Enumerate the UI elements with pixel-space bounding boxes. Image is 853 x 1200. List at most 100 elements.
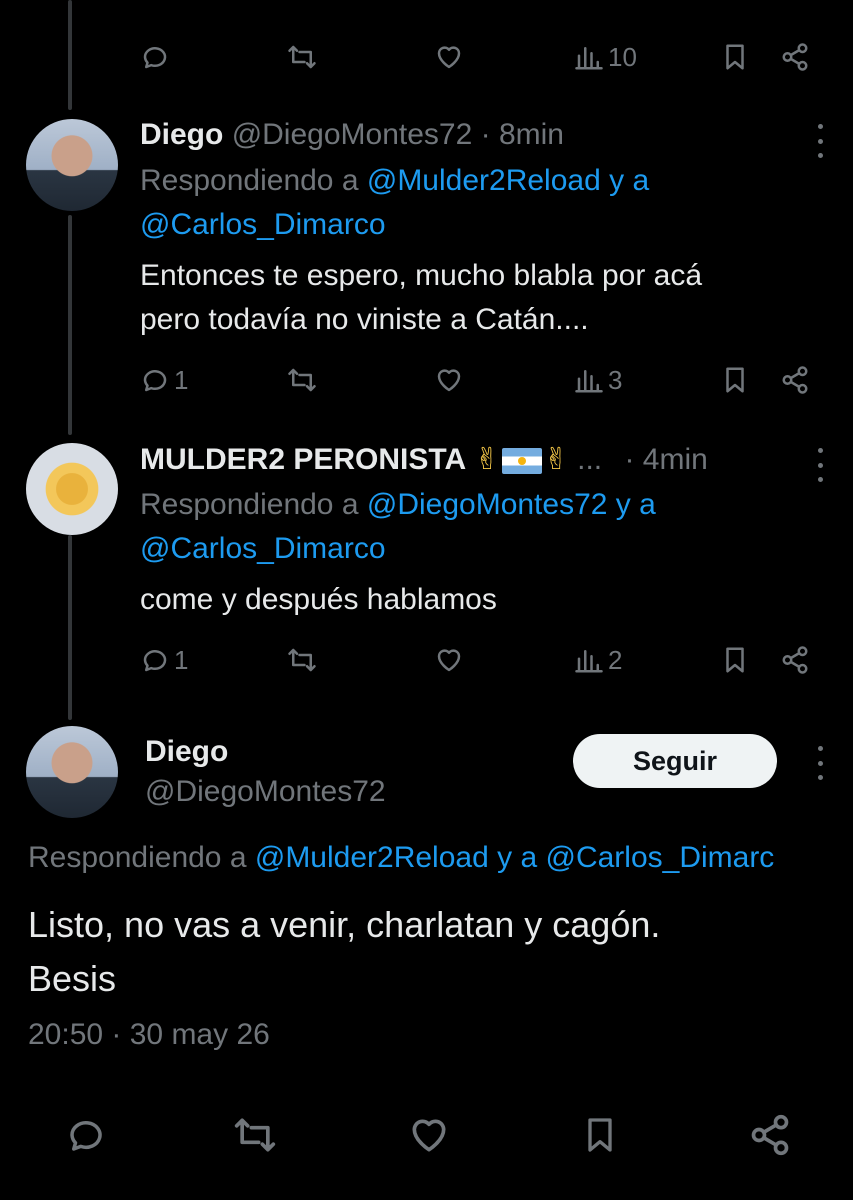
- like-button[interactable]: [434, 32, 464, 82]
- avatar[interactable]: [26, 119, 118, 211]
- share-icon: [748, 1113, 792, 1157]
- tweet-header: Diego @DiegoMontes72 · 8min: [140, 118, 564, 152]
- display-name[interactable]: MULDER2 PERONISTA: [140, 443, 466, 476]
- retweet-icon: [287, 365, 317, 395]
- views-button[interactable]: 2: [574, 635, 622, 685]
- like-button[interactable]: [434, 635, 464, 685]
- like-icon: [434, 365, 464, 395]
- tweet-text-line: Besis: [28, 958, 117, 999]
- share-icon: [780, 42, 810, 72]
- reply-prefix: Respondiendo a: [140, 164, 359, 197]
- views-icon: [574, 42, 604, 72]
- more-icon: [817, 448, 823, 453]
- tweet-text: Entonces te espero, mucho blabla por acá…: [140, 254, 702, 342]
- reply-button[interactable]: [65, 1110, 107, 1160]
- more-icon: [817, 124, 823, 129]
- handle[interactable]: @DiegoMontes72: [232, 118, 473, 151]
- tweet-timestamp[interactable]: 20:50 · 30 may 26: [28, 1018, 270, 1052]
- replying-to: Respondiendo a @DiegoMontes72 y a @Carlo…: [140, 483, 656, 571]
- like-icon: [434, 42, 464, 72]
- tweet2-action-bar: 1 2: [0, 635, 853, 685]
- replying-to: Respondiendo a @Mulder2Reload y a @Carlo…: [140, 159, 649, 247]
- avatar[interactable]: [26, 726, 118, 818]
- tweet-text: come y después hablamos: [140, 583, 497, 616]
- mention-link[interactable]: @Carlos_Dimarco: [140, 208, 386, 241]
- main-tweet-text: Listo, no vas a venir, charlatan y cagón…: [28, 898, 660, 1006]
- mention-link[interactable]: @Carlos_Dimarco: [140, 532, 386, 565]
- follow-button[interactable]: Seguir: [573, 734, 777, 788]
- views-count: 3: [608, 364, 623, 395]
- tweet1-action-bar: 1 3: [0, 355, 853, 405]
- top-action-bar: 10: [0, 32, 853, 82]
- argentina-flag-icon: [501, 448, 542, 475]
- retweet-icon: [233, 1113, 277, 1157]
- reply-count: 1: [174, 364, 189, 395]
- display-name[interactable]: Diego: [145, 735, 228, 768]
- more-options-button[interactable]: [813, 746, 827, 780]
- avatar[interactable]: [26, 443, 118, 535]
- handle[interactable]: @DiegoMontes72: [145, 775, 386, 808]
- share-button[interactable]: [748, 1110, 792, 1160]
- timestamp: · 8min: [480, 118, 564, 151]
- reply-joiner: y a: [609, 164, 650, 197]
- share-icon: [780, 645, 810, 675]
- bookmark-icon: [720, 42, 750, 72]
- tweet-text-line: Entonces te espero, mucho blabla por acá: [140, 259, 703, 292]
- bookmark-button[interactable]: [720, 635, 750, 685]
- bookmark-button[interactable]: [720, 32, 750, 82]
- peace-emoji: ✌: [474, 443, 500, 476]
- bookmark-button[interactable]: [720, 355, 750, 405]
- reply-icon: [65, 1114, 107, 1156]
- share-button[interactable]: [780, 32, 810, 82]
- more-options-button[interactable]: [813, 448, 827, 482]
- retweet-button[interactable]: [287, 32, 317, 82]
- like-icon: [407, 1113, 451, 1157]
- views-button[interactable]: 10: [574, 32, 637, 82]
- views-icon: [574, 365, 604, 395]
- views-button[interactable]: 3: [574, 355, 622, 405]
- reply-prefix: Respondiendo a: [140, 488, 359, 521]
- display-name[interactable]: Diego: [140, 118, 223, 151]
- retweet-button[interactable]: [287, 355, 317, 405]
- mention-link[interactable]: @Mulder2Reload: [255, 841, 489, 874]
- tweet-header: MULDER2 PERONISTA ✌ ✌ ... · 4min: [140, 442, 708, 477]
- bookmark-button[interactable]: [580, 1110, 620, 1160]
- tweet-text-line: Listo, no vas a venir, charlatan y cagón…: [28, 904, 661, 945]
- bookmark-icon: [720, 645, 750, 675]
- share-icon: [780, 365, 810, 395]
- retweet-button[interactable]: [233, 1110, 277, 1160]
- bookmark-icon: [580, 1113, 620, 1157]
- reply-icon: [140, 645, 170, 675]
- reply-icon: [140, 42, 170, 72]
- more-icon: [817, 746, 823, 751]
- reply-button[interactable]: [140, 32, 170, 82]
- peace-emoji: ✌: [543, 443, 569, 476]
- like-button[interactable]: [407, 1110, 451, 1160]
- timestamp: · 4min: [624, 443, 708, 476]
- views-count: 2: [608, 644, 623, 675]
- more-options-button[interactable]: [813, 124, 827, 158]
- mention-link[interactable]: @DiegoMontes72: [367, 488, 608, 521]
- reply-button[interactable]: 1: [140, 635, 188, 685]
- author-block: Diego @DiegoMontes72: [145, 732, 386, 812]
- reply-prefix: Respondiendo a: [28, 841, 247, 874]
- share-button[interactable]: [780, 635, 810, 685]
- retweet-button[interactable]: [287, 635, 317, 685]
- reply-joiner: y a: [615, 488, 656, 521]
- bookmark-icon: [720, 365, 750, 395]
- mention-link[interactable]: @Carlos_Dimarc: [545, 841, 774, 874]
- reply-count: 1: [174, 644, 189, 675]
- retweet-icon: [287, 645, 317, 675]
- share-button[interactable]: [780, 355, 810, 405]
- main-action-bar: [0, 1110, 853, 1160]
- retweet-icon: [287, 42, 317, 72]
- mention-link[interactable]: @Mulder2Reload: [367, 164, 601, 197]
- views-count: 10: [608, 41, 637, 72]
- replying-to: Respondiendo a @Mulder2Reload y a @Carlo…: [28, 836, 853, 880]
- like-icon: [434, 645, 464, 675]
- views-icon: [574, 645, 604, 675]
- reply-button[interactable]: 1: [140, 355, 188, 405]
- like-button[interactable]: [434, 355, 464, 405]
- ellipsis: ...: [577, 443, 603, 476]
- reply-joiner: y a: [497, 841, 538, 874]
